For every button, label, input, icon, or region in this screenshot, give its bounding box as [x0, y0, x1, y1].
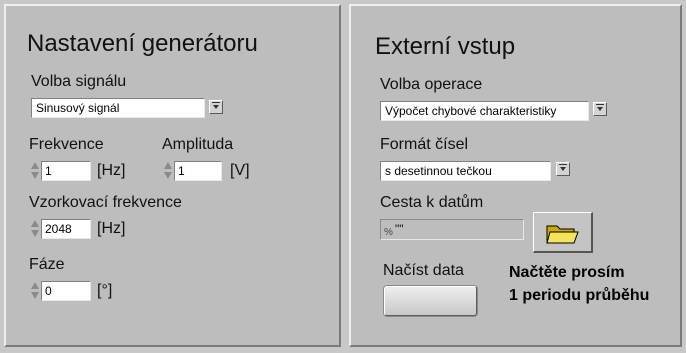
sampling-label: Vzorkovací frekvence	[29, 194, 182, 211]
phase-input[interactable]: 0	[41, 281, 91, 301]
path-label: Cesta k datům	[380, 194, 484, 211]
dropdown-bar-icon	[559, 164, 567, 165]
path-input[interactable]: % ""	[380, 219, 524, 240]
path-value: ""	[395, 222, 404, 236]
amplitude-spinner[interactable]	[163, 161, 173, 181]
decrement-icon[interactable]	[164, 172, 172, 179]
decrement-icon[interactable]	[31, 172, 39, 179]
chevron-down-icon	[560, 167, 566, 171]
browse-button[interactable]	[533, 212, 593, 253]
dropdown-bar-icon	[596, 104, 604, 105]
phase-unit: [°]	[97, 282, 113, 299]
increment-icon[interactable]	[31, 220, 39, 227]
chevron-down-icon	[213, 105, 219, 109]
sampling-unit: [Hz]	[97, 220, 126, 237]
sampling-spinner[interactable]	[30, 219, 40, 239]
generator-panel: Nastavení generátoru Volba signálu Sinus…	[4, 4, 341, 347]
amplitude-unit: [V]	[230, 162, 250, 179]
generator-title: Nastavení generátoru	[27, 30, 258, 57]
operation-label: Volba operace	[380, 76, 483, 93]
operation-select[interactable]: Výpočet chybové charakteristiky	[380, 101, 589, 121]
external-panel: Externí vstup Volba operace Výpočet chyb…	[349, 4, 682, 347]
number-format-label: Formát čísel	[380, 136, 469, 153]
signal-label: Volba signálu	[31, 73, 127, 90]
folder-icon	[546, 225, 579, 244]
amplitude-input[interactable]: 1	[174, 161, 222, 181]
decrement-icon[interactable]	[31, 230, 39, 237]
load-label: Načíst data	[383, 262, 464, 279]
number-format-dropdown-button[interactable]	[556, 162, 570, 176]
instruction-line-2: 1 periodu průběhu	[509, 287, 650, 304]
increment-icon[interactable]	[164, 162, 172, 169]
dropdown-bar-icon	[212, 102, 220, 103]
frequency-spinner[interactable]	[30, 161, 40, 181]
sampling-input[interactable]: 2048	[41, 219, 91, 239]
signal-dropdown-button[interactable]	[209, 100, 223, 114]
increment-icon[interactable]	[31, 282, 39, 289]
number-format-select[interactable]: s desetinnou tečkou	[380, 161, 551, 181]
chevron-down-icon	[597, 107, 603, 111]
frequency-input[interactable]: 1	[41, 161, 91, 181]
frequency-label: Frekvence	[29, 136, 104, 153]
path-icon: %	[384, 227, 393, 238]
increment-icon[interactable]	[31, 162, 39, 169]
phase-label: Fáze	[29, 256, 65, 273]
decrement-icon[interactable]	[31, 292, 39, 299]
signal-select[interactable]: Sinusový signál	[31, 98, 205, 118]
phase-spinner[interactable]	[30, 281, 40, 301]
instruction-line-1: Načtěte prosím	[509, 264, 625, 281]
load-data-button[interactable]	[384, 286, 477, 316]
external-title: Externí vstup	[375, 33, 516, 60]
amplitude-label: Amplituda	[162, 136, 234, 153]
frequency-unit: [Hz]	[97, 162, 126, 179]
operation-dropdown-button[interactable]	[593, 102, 607, 116]
